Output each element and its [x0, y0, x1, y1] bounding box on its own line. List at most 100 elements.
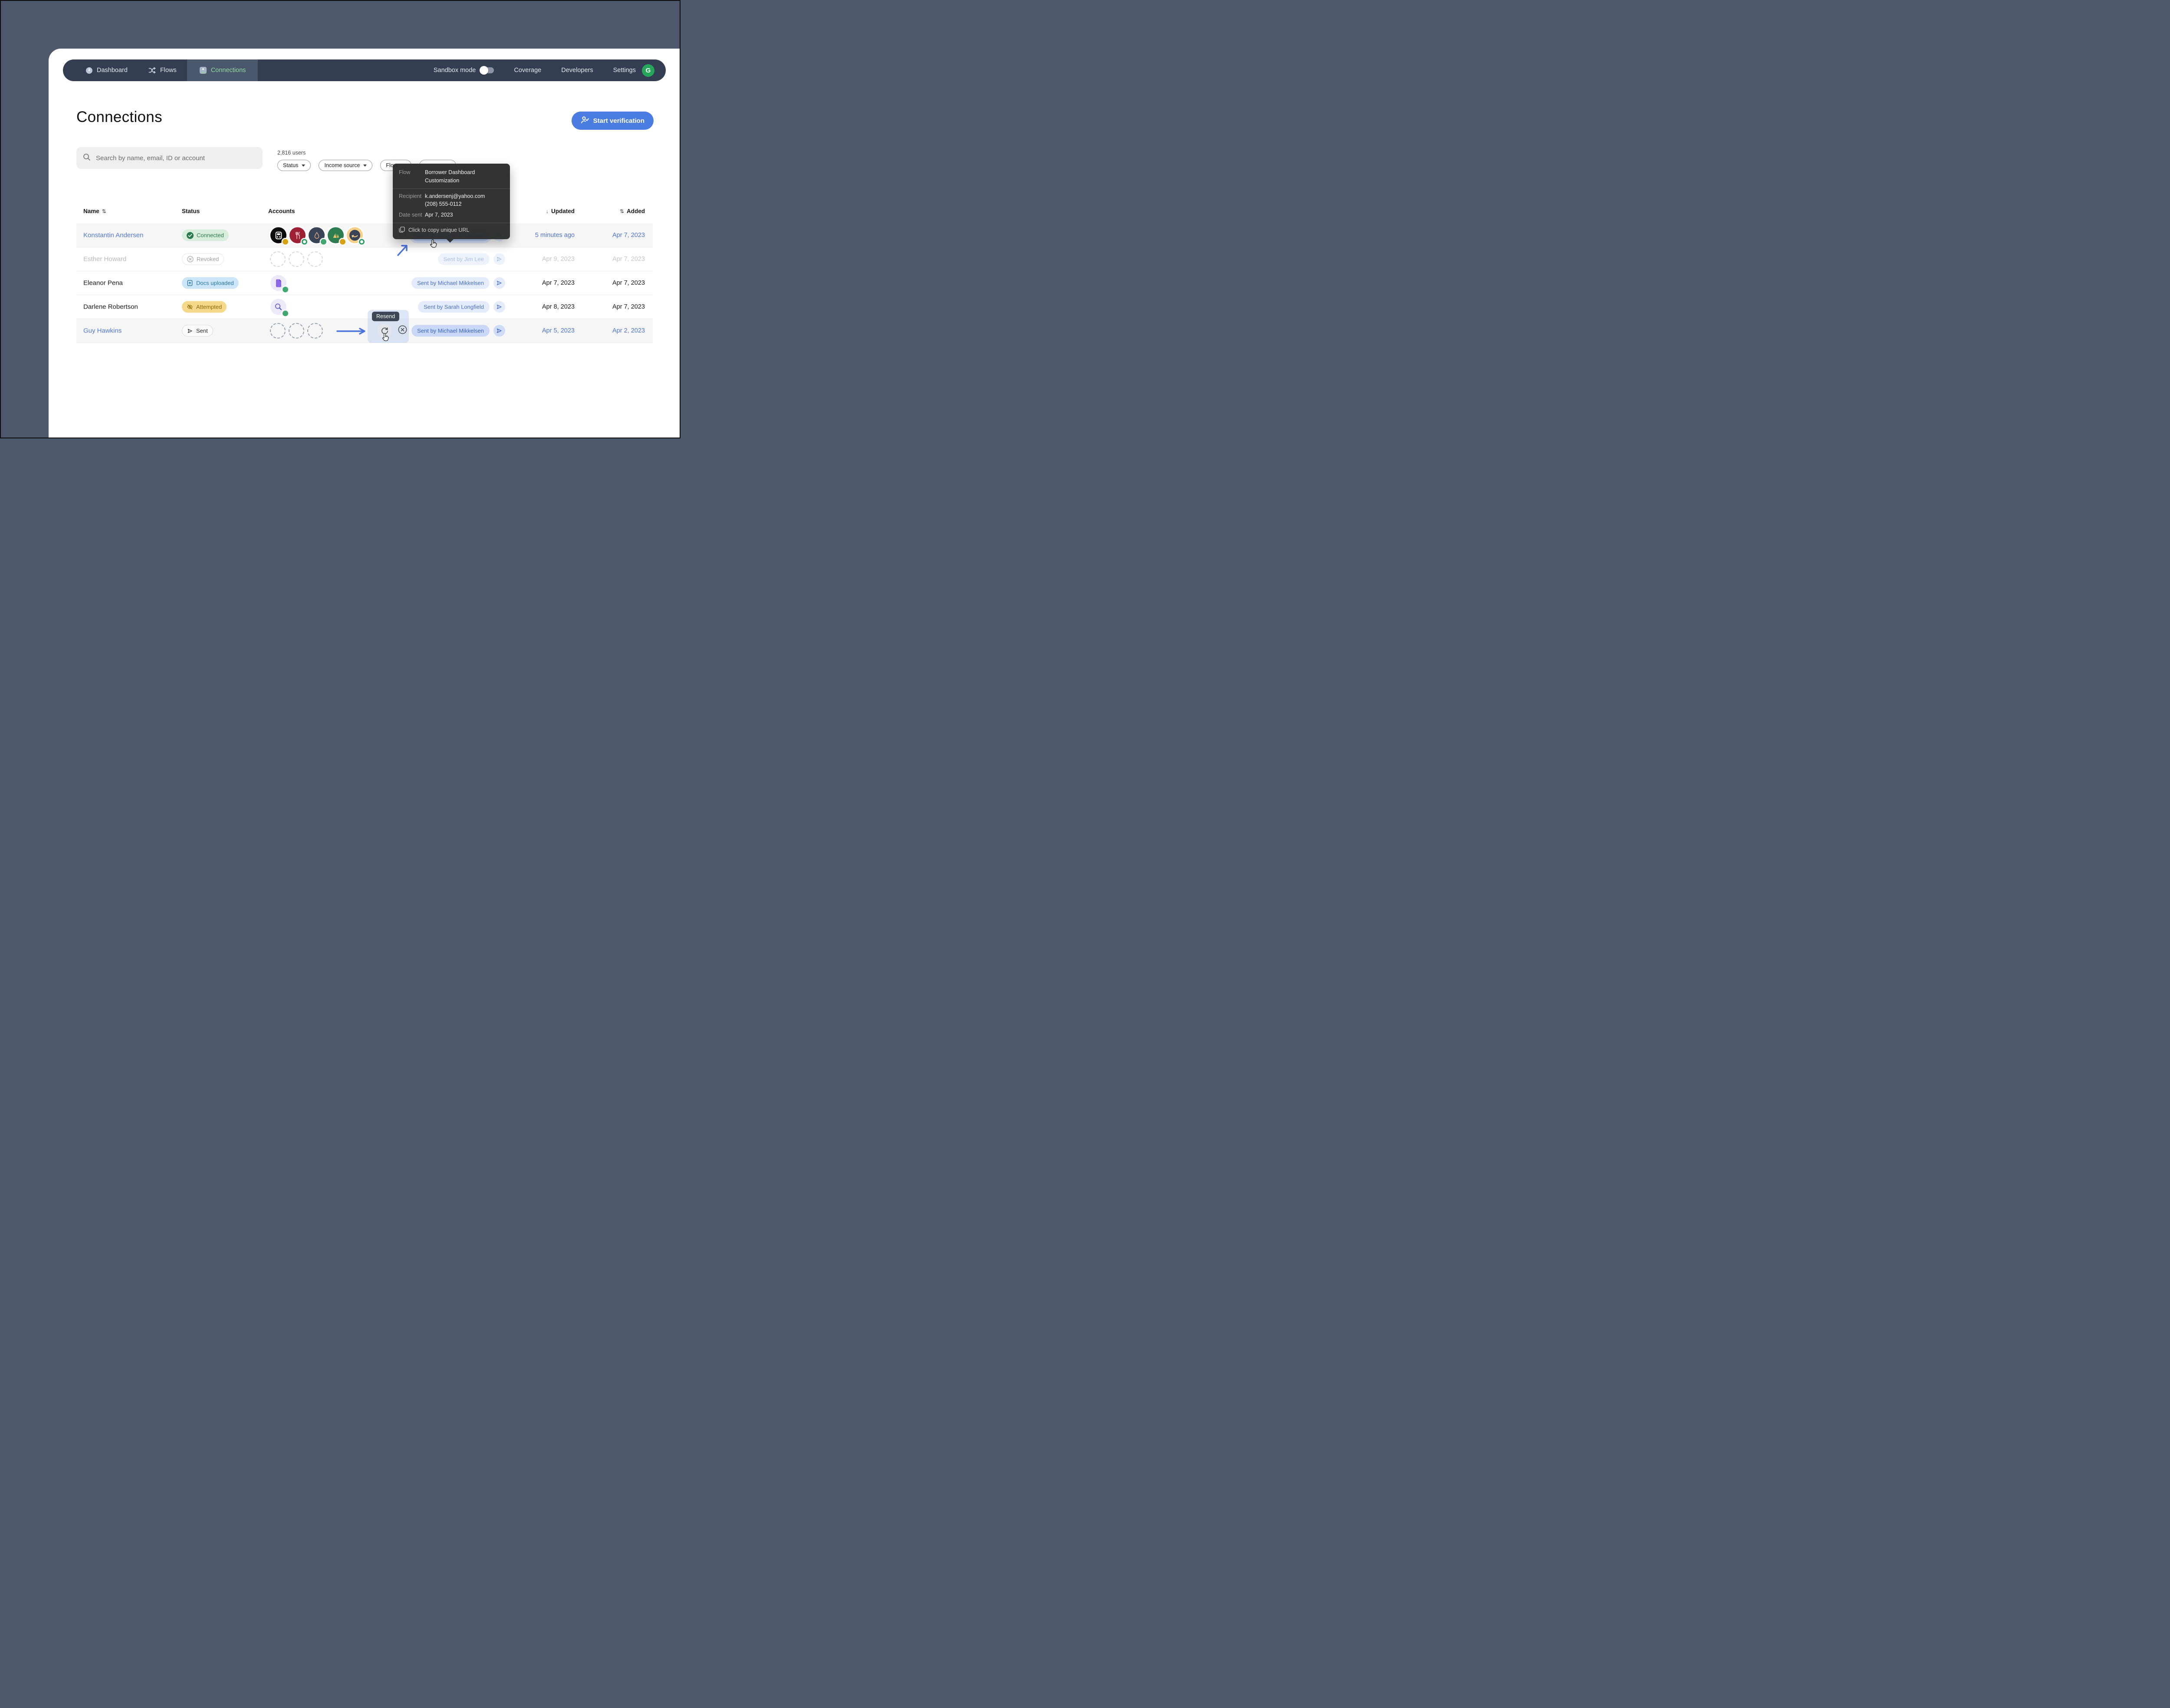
added-value: Apr 2, 2023 [612, 327, 645, 334]
annotation-arrow-icon [336, 327, 368, 335]
added-value: Apr 7, 2023 [612, 303, 645, 310]
tab-connections-label: Connections [211, 67, 246, 74]
filter-status[interactable]: Status [277, 160, 311, 171]
shuffle-icon [148, 67, 156, 74]
updated-value: Apr 8, 2023 [542, 303, 575, 310]
table-row[interactable]: Eleanor Pena Docs uploaded Sent by Micha… [76, 271, 653, 295]
status-dot [283, 311, 288, 316]
page-title: Connections [76, 109, 162, 126]
tab-connections[interactable]: Connections [187, 59, 258, 81]
send-icon[interactable] [493, 277, 505, 289]
column-header-status: Status [182, 208, 200, 214]
send-icon[interactable] [493, 253, 505, 265]
row-name-link[interactable]: Konstantin Andersen [83, 232, 143, 239]
app-window: Dashboard Flows Connections Sandbox mode [0, 0, 681, 438]
send-icon[interactable] [493, 301, 505, 313]
nav-link-coverage[interactable]: Coverage [514, 67, 541, 74]
tab-dashboard[interactable]: Dashboard [63, 59, 138, 81]
toggle-knob [480, 66, 488, 75]
doc-upload-icon [187, 280, 193, 286]
copy-url-label: Click to copy unique URL [408, 227, 469, 233]
flow-details-tooltip: Flow Borrower Dashboard Customization Re… [393, 164, 510, 239]
table-row[interactable]: Guy Hawkins Sent Resend [76, 319, 653, 343]
added-value: Apr 7, 2023 [612, 232, 645, 239]
x-circle-icon [187, 256, 194, 263]
tab-flows[interactable]: Flows [138, 59, 187, 81]
column-header-updated[interactable]: ↓ Updated [546, 208, 575, 214]
status-dot [283, 239, 288, 245]
sent-by-group: Sent by Michael Mikkelsen [411, 325, 505, 337]
account-icon-swoosh[interactable] [347, 227, 363, 244]
sent-by-chip[interactable]: Sent by Michael Mikkelsen [411, 277, 490, 289]
account-placeholder [307, 323, 323, 339]
table-header: Name ⇅ Status Accounts ↓ Updated ⇅ Added [76, 202, 653, 224]
tooltip-flow-value: Borrower Dashboard Customization [425, 168, 504, 185]
cancel-button[interactable] [398, 325, 408, 337]
tooltip-caret [447, 239, 454, 243]
start-verification-button[interactable]: Start verification [572, 112, 654, 130]
sent-by-group: Sent by Michael Mikkelsen [411, 277, 505, 289]
nav-link-settings[interactable]: Settings [613, 67, 636, 74]
sent-by-chip[interactable]: Sent by Sarah Longfield [418, 301, 490, 313]
start-verification-label: Start verification [593, 117, 644, 125]
account-icon-vehicle[interactable] [270, 227, 286, 244]
sent-by-group: Sent by Sarah Longfield [418, 301, 505, 313]
tab-dashboard-label: Dashboard [97, 67, 128, 74]
sent-by-chip[interactable]: Sent by Michael Mikkelsen [411, 325, 490, 337]
account-icon-droplet[interactable] [309, 227, 325, 244]
check-circle-icon [187, 232, 194, 239]
account-icon-restaurant[interactable] [289, 227, 306, 244]
column-header-name[interactable]: Name ⇅ [83, 208, 106, 214]
copy-url-action[interactable]: Click to copy unique URL [399, 227, 504, 234]
resend-tooltip: Resend [372, 312, 399, 321]
status-badge: Attempted [182, 301, 227, 313]
sandbox-toggle[interactable] [481, 67, 494, 73]
account-icon-fan[interactable] [328, 227, 344, 244]
search-input[interactable] [96, 155, 256, 162]
accounts-list [270, 323, 323, 339]
row-name[interactable]: Eleanor Pena [83, 280, 123, 287]
row-name[interactable]: Esther Howard [83, 256, 126, 263]
status-badge: Connected [182, 230, 229, 241]
sort-both-icon: ⇅ [620, 208, 624, 214]
status-dot [340, 239, 345, 245]
send-icon[interactable] [493, 325, 505, 337]
sandbox-mode-label: Sandbox mode [434, 67, 476, 74]
row-name[interactable]: Darlene Robertson [83, 303, 138, 311]
tooltip-recipient-phone: (208) 555-0112 [425, 200, 485, 208]
status-badge: Docs uploaded [182, 277, 239, 289]
x-circle-icon [398, 325, 408, 335]
table-row[interactable]: Konstantin Andersen Connected [76, 224, 653, 247]
connections-table: Name ⇅ Status Accounts ↓ Updated ⇅ Added [76, 202, 653, 343]
tab-flows-label: Flows [160, 67, 177, 74]
tooltip-recipient-label: Recipient [399, 192, 425, 209]
status-dot [359, 239, 365, 245]
sent-by-chip[interactable]: Sent by Jim Lee [438, 253, 490, 265]
filter-status-label: Status [283, 162, 298, 168]
table-row[interactable]: Darlene Robertson Attempted Sent by Sara… [76, 295, 653, 319]
updated-value: Apr 9, 2023 [542, 256, 575, 263]
filter-income-source[interactable]: Income source [319, 160, 372, 171]
user-count: 2,816 users [277, 150, 306, 156]
gauge-icon [85, 67, 93, 74]
table-row[interactable]: Esther Howard Revoked Sent by Jim Lee A [76, 247, 653, 271]
copy-icon [399, 227, 405, 234]
account-placeholder [270, 323, 286, 339]
sent-by-group: Sent by Jim Lee [438, 253, 505, 265]
tooltip-date-value: Apr 7, 2023 [425, 211, 453, 219]
account-avatar[interactable]: G [642, 64, 654, 77]
eye-off-icon [187, 304, 193, 310]
row-name-link[interactable]: Guy Hawkins [83, 327, 122, 335]
filter-income-source-label: Income source [324, 162, 360, 168]
sort-both-icon: ⇅ [102, 208, 106, 214]
account-icon-magnifier[interactable] [270, 299, 286, 315]
account-icon-document[interactable] [270, 275, 286, 291]
status-badge: Sent [182, 325, 213, 337]
added-value: Apr 7, 2023 [612, 256, 645, 263]
updated-value: Apr 5, 2023 [542, 327, 575, 334]
resend-button[interactable] [377, 323, 392, 338]
column-header-added[interactable]: ⇅ Added [620, 208, 645, 214]
top-navbar: Dashboard Flows Connections Sandbox mode [63, 59, 666, 81]
chevron-down-icon [302, 165, 305, 167]
nav-link-developers[interactable]: Developers [561, 67, 593, 74]
